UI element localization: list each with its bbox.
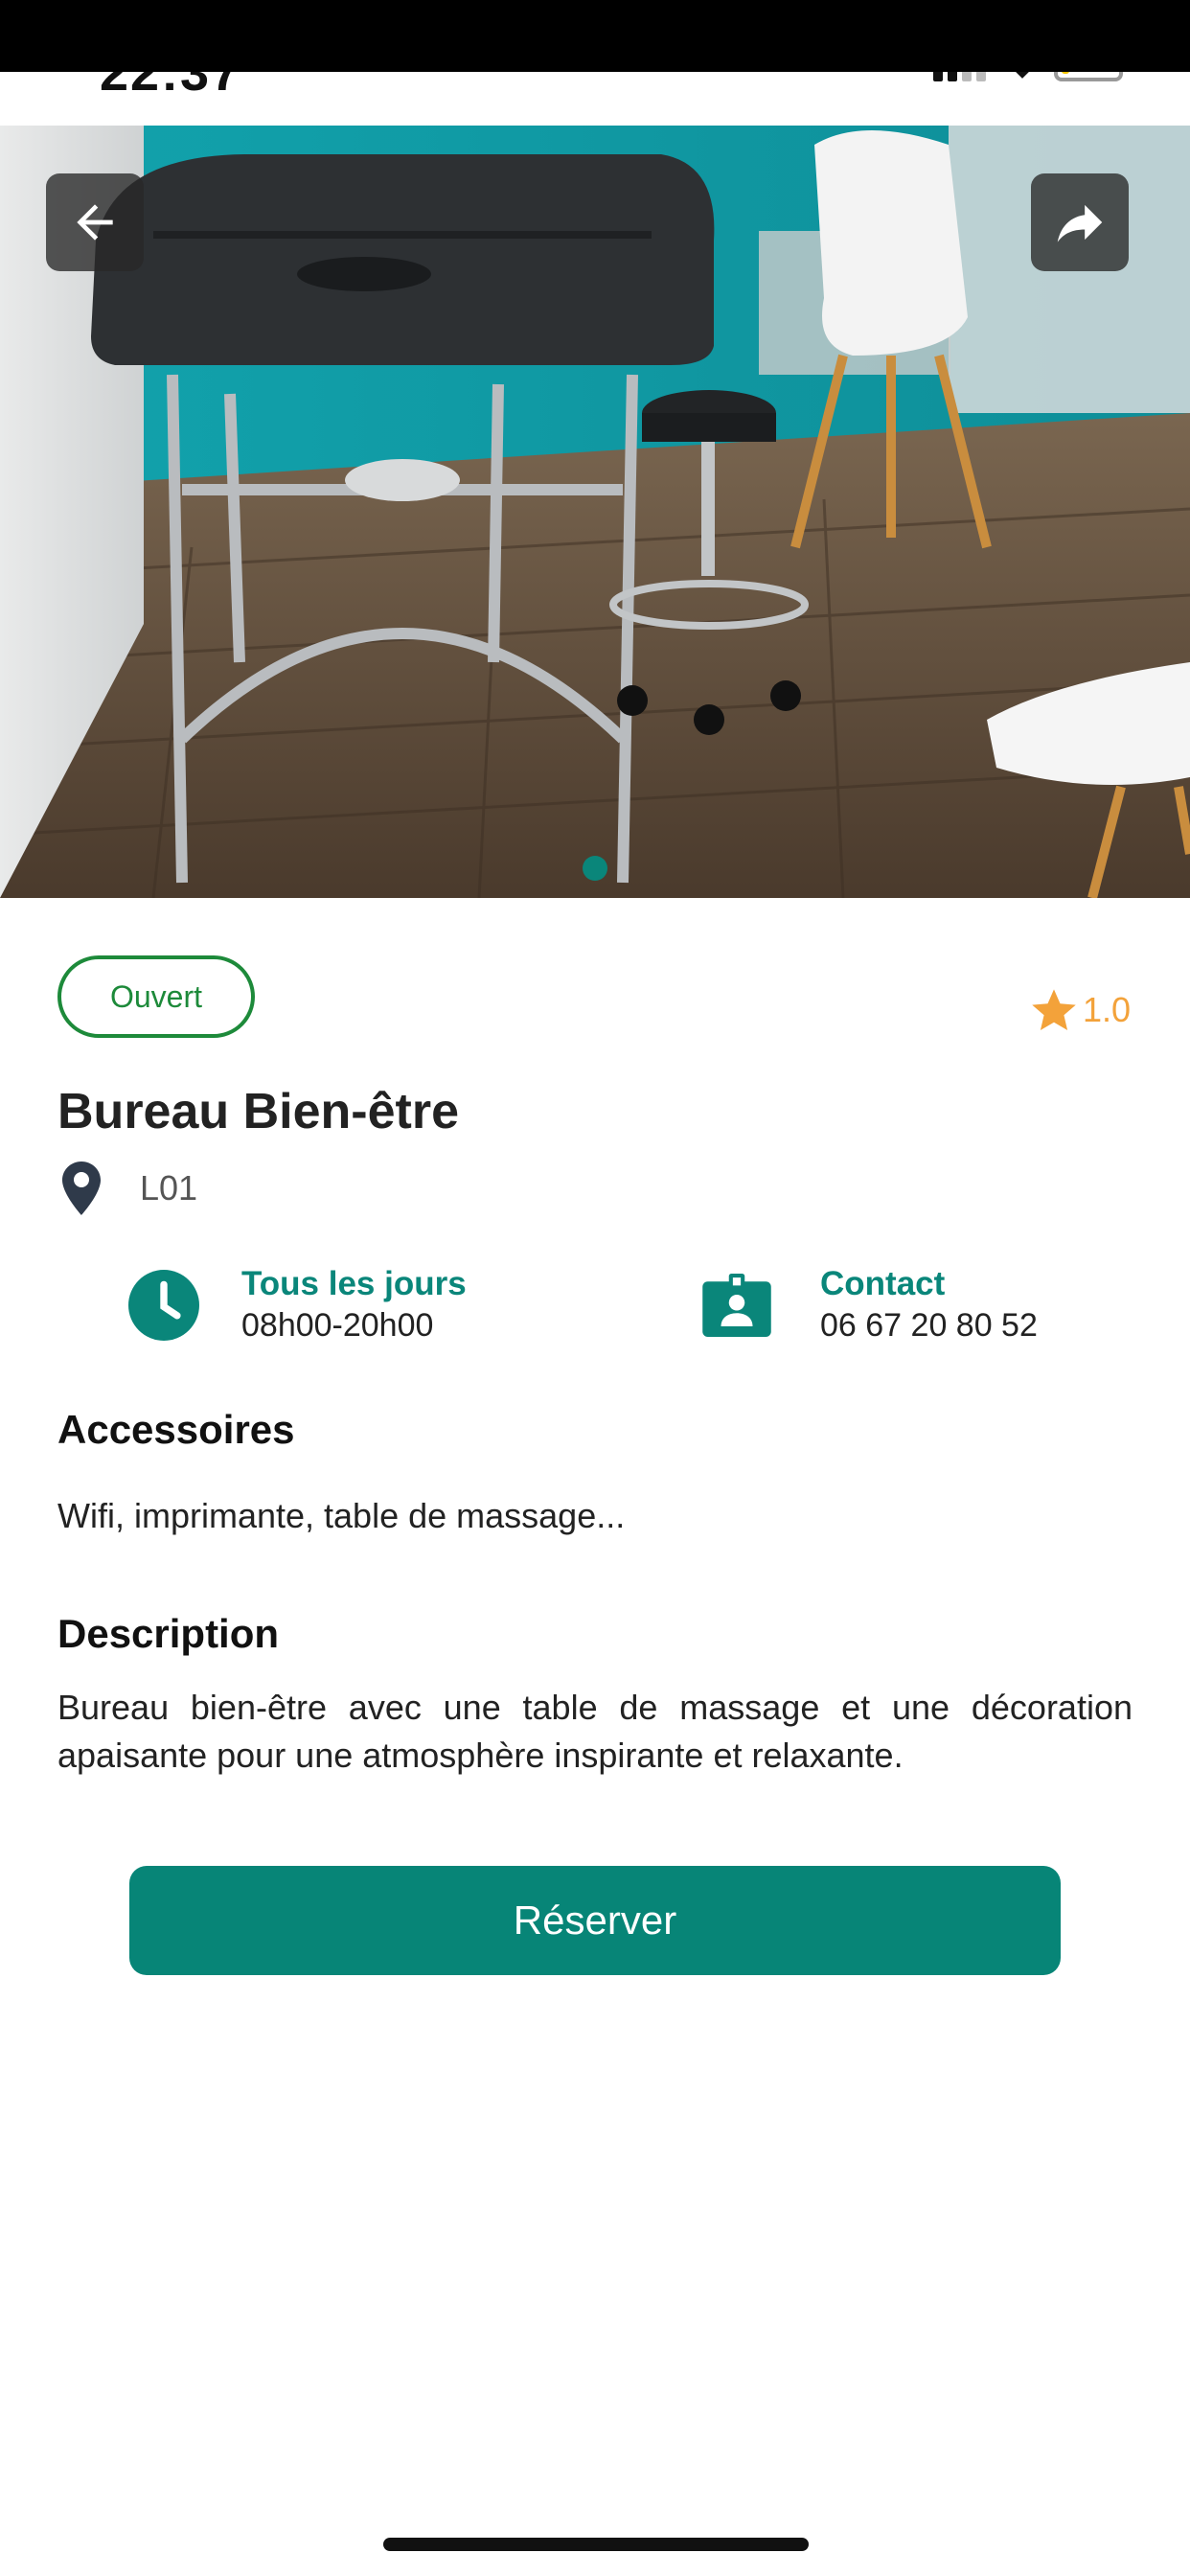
contact-info[interactable]: Contact 06 67 20 80 52 [701,1265,1038,1345]
back-button[interactable] [46,173,144,271]
accessories-title: Accessoires [57,1407,295,1452]
status-badge: Ouvert [57,955,255,1038]
share-button[interactable] [1031,173,1129,271]
status-time: 22:37 [100,72,242,102]
hours-label: Tous les jours [241,1265,467,1302]
rating-value: 1.0 [1082,990,1131,1029]
status-bar: 22:37 [0,72,1190,126]
carousel-dot-active[interactable] [583,856,607,881]
hero-image-carousel[interactable] [0,126,1190,898]
home-indicator [383,2538,809,2551]
accessories-text: Wifi, imprimante, table de massage... [57,1496,626,1535]
contact-phone[interactable]: 06 67 20 80 52 [820,1307,1038,1345]
top-black-bar [0,0,1190,72]
star-icon [1032,989,1076,1031]
back-arrow-icon [77,204,113,241]
hero-photo [0,126,1190,898]
battery-icon [1054,72,1123,81]
opening-hours: Tous les jours 08h00-20h00 [128,1265,467,1345]
contact-badge-icon [702,1273,771,1337]
rating: 1.0 [1029,985,1131,1035]
contact-label: Contact [820,1265,946,1302]
description-text: Bureau bien-être avec une table de massa… [57,1688,1133,1775]
status-icons [933,72,1123,81]
page-title: Bureau Bien-être [57,1084,459,1139]
location-text: L01 [140,1168,198,1208]
clock-icon [128,1269,199,1341]
wifi-icon [1013,72,1032,79]
location-row: L01 [57,1160,197,1217]
description-title: Description [57,1611,280,1656]
signal-icon [933,72,991,81]
hours-value: 08h00-20h00 [241,1307,434,1344]
location-pin-icon [62,1162,101,1215]
reserve-button[interactable]: Réserver [129,1866,1061,1975]
share-icon [1057,204,1103,242]
